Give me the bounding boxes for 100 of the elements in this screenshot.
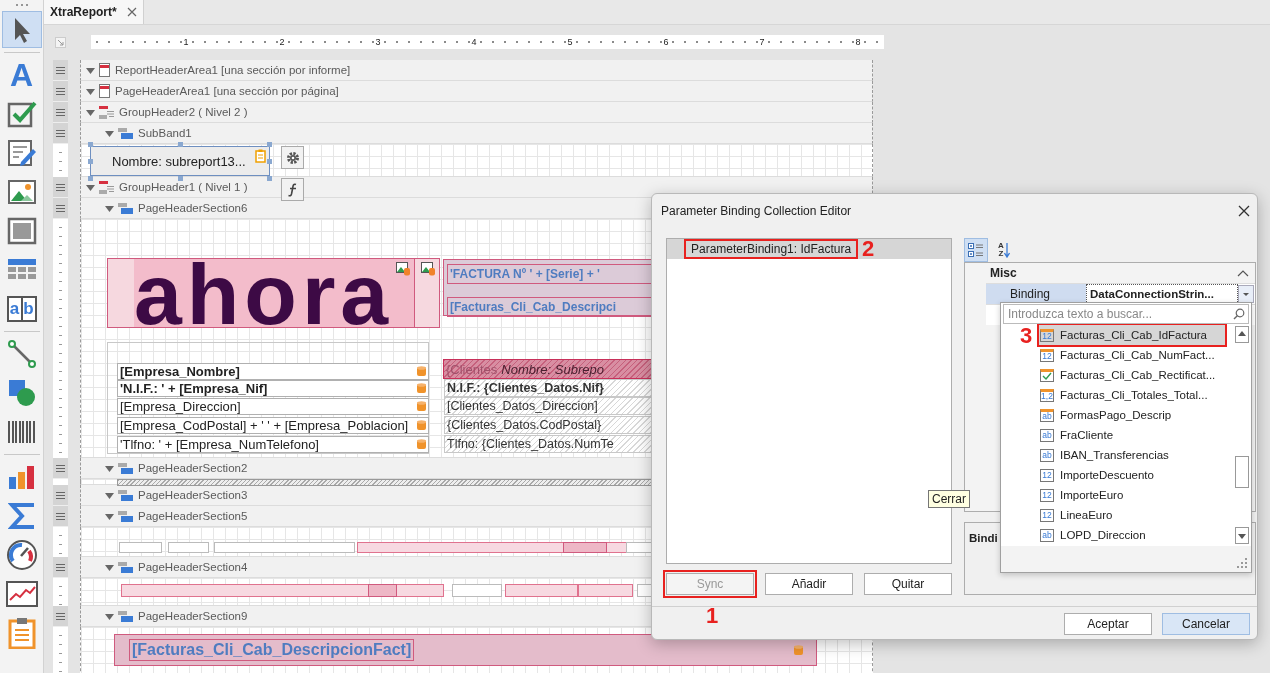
field-type-icon: 12	[1040, 468, 1054, 482]
table-cell[interactable]	[168, 542, 209, 553]
list-item[interactable]: ParameterBinding1: IdFactura 2	[667, 239, 951, 259]
expression-field[interactable]: 'Tlfno: ' + [Empresa_NumTelefono]	[117, 436, 429, 453]
ruler: 1 2 3 4 5 6 7 8	[91, 35, 884, 49]
dialog-button[interactable]: Quitar	[864, 573, 952, 595]
picture-box[interactable]: ahora	[107, 258, 440, 328]
band-handle[interactable]	[53, 123, 68, 144]
dialog-button[interactable]: Cancelar	[1162, 613, 1250, 635]
expression-field[interactable]: [Empresa_Nombre]	[117, 363, 429, 380]
band-handle[interactable]	[53, 81, 68, 102]
chevron-icon[interactable]	[1237, 269, 1249, 277]
table-cell[interactable]	[214, 542, 355, 553]
band-handle[interactable]	[53, 557, 68, 578]
field-item[interactable]: ab FraCliente	[1039, 425, 1225, 445]
field-item[interactable]: 12 Facturas_Cli_Cab_IdFactura	[1039, 325, 1225, 345]
band-handle[interactable]	[53, 177, 68, 198]
expression-field[interactable]: N.I.F.: {Clientes_Datos.Nif}	[444, 379, 651, 397]
expand-icon[interactable]	[105, 490, 114, 500]
band-header[interactable]: PageHeaderArea1 [una sección por página]	[80, 81, 873, 102]
field-item[interactable]: 12 ImporteDescuento	[1039, 465, 1225, 485]
table-cell[interactable]	[452, 584, 502, 597]
table-cell[interactable]	[578, 584, 633, 597]
function-button[interactable]	[281, 178, 304, 201]
expand-icon[interactable]	[105, 511, 114, 521]
settings-button[interactable]	[281, 146, 304, 169]
field-item[interactable]: 1,2 Facturas_Cli_Totales_Total...	[1039, 385, 1225, 405]
band-handle[interactable]	[53, 60, 68, 81]
resize-handle[interactable]	[88, 159, 93, 164]
scroll-down-icon[interactable]	[1235, 527, 1249, 544]
band-header[interactable]: GroupHeader2 ( Nivel 2 )	[80, 102, 873, 123]
expand-icon[interactable]	[86, 107, 95, 117]
expand-icon[interactable]	[105, 562, 114, 572]
expand-icon[interactable]	[105, 128, 114, 138]
property-row[interactable]: Binding DataConnectionStrin...	[986, 283, 1255, 304]
view-mode-button[interactable]	[964, 238, 988, 262]
scrollbar[interactable]	[1233, 324, 1251, 546]
expand-icon[interactable]	[105, 611, 114, 621]
band-handle[interactable]	[53, 506, 68, 527]
resize-handle[interactable]	[267, 159, 272, 164]
search-field[interactable]: Introduzca texto a buscar...	[1003, 304, 1249, 324]
expression-field[interactable]: Tlfno: {Clientes_Datos.NumTe	[444, 435, 651, 453]
view-mode-button[interactable]: A Z	[992, 238, 1016, 262]
tool-button[interactable]: A	[1, 56, 42, 93]
dialog-button[interactable]: Añadir	[765, 573, 853, 595]
table-cell[interactable]	[357, 542, 627, 553]
band-header[interactable]: ReportHeaderArea1 [una sección por informe]	[80, 60, 873, 81]
expand-icon[interactable]	[86, 182, 95, 192]
expression-field[interactable]: [Empresa_CodPostal] + ' ' + [Empresa_Poblacion]	[117, 417, 429, 434]
tool-button[interactable]	[1, 11, 42, 48]
resize-handle[interactable]	[267, 142, 272, 147]
expression-field[interactable]: [Clientes_Datos_Direccion]	[444, 397, 651, 415]
close-icon[interactable]	[1238, 205, 1250, 217]
table-cell[interactable]	[119, 542, 162, 553]
expression-field[interactable]: 'N.I.F.: ' + [Empresa_Nif]	[117, 380, 429, 397]
resize-handle[interactable]	[267, 176, 272, 181]
callout-number: 3	[1020, 325, 1033, 347]
band-ruler	[53, 144, 68, 177]
expand-icon[interactable]	[86, 65, 95, 75]
field-item[interactable]: 12 LineaEuro	[1039, 505, 1225, 525]
expand-icon[interactable]	[105, 203, 114, 213]
table-cell[interactable]	[505, 584, 578, 597]
field-item[interactable]: 12 Facturas_Cli_Cab_NumFact...	[1039, 345, 1225, 365]
company-panel[interactable]: [Empresa_Nombre] 'N.I.F.: ' + [Empresa_Nif] [Empresa_Direccion] [Empresa_CodPostal] + ' ' + [Empresa_Poblacion] 'Tlfno: ' + [Empresa_NumTelefono]	[107, 342, 429, 454]
table-cell[interactable]	[121, 584, 444, 597]
field-item[interactable]: ab LOPD_Direccion	[1039, 525, 1225, 545]
expand-icon[interactable]	[105, 463, 114, 473]
resize-handle[interactable]	[88, 176, 93, 181]
band-handle[interactable]	[53, 102, 68, 123]
field-type-icon: 12	[1040, 328, 1054, 342]
band-handle[interactable]	[53, 198, 68, 219]
band-handle[interactable]	[53, 458, 68, 479]
field-item[interactable]: ab IBAN_Transferencias	[1039, 445, 1225, 465]
subreport-header[interactable]: {Clientes Nombre: Subrepo	[443, 359, 651, 379]
field-item[interactable]: 12 ImporteEuro	[1039, 485, 1225, 505]
band-icon	[118, 610, 133, 622]
band-handle[interactable]	[53, 606, 68, 627]
tooltip: Cerrar	[928, 490, 970, 508]
field-type-icon: ab	[1040, 408, 1054, 422]
expression-field[interactable]: [Empresa_Direccion]	[117, 398, 429, 415]
resize-handle[interactable]	[178, 176, 183, 181]
expand-icon[interactable]	[86, 86, 95, 96]
field-type-icon	[1040, 368, 1054, 382]
document-tab[interactable]: XtraReport*	[44, 0, 144, 24]
close-icon[interactable]	[127, 7, 137, 17]
scroll-up-icon[interactable]	[1235, 326, 1249, 343]
expression-field[interactable]: {Clientes_Datos.CodPostal}	[444, 416, 651, 434]
band-handle[interactable]	[53, 485, 68, 506]
resize-handle[interactable]	[178, 142, 183, 147]
resize-handle[interactable]	[88, 142, 93, 147]
scroll-thumb[interactable]	[1235, 456, 1249, 488]
dialog-button[interactable]: Aceptar	[1064, 613, 1152, 635]
field-item[interactable]: ab FormasPago_Descrip	[1039, 405, 1225, 425]
resize-grip-icon[interactable]	[1237, 558, 1247, 568]
dropdown-icon[interactable]	[1238, 285, 1254, 303]
band-icon	[99, 180, 114, 194]
field-type-icon: ab	[1040, 448, 1054, 462]
subreport-control[interactable]: Nombre: subreport13...	[90, 146, 270, 176]
field-item[interactable]: Facturas_Cli_Cab_Rectificat...	[1039, 365, 1225, 385]
band-header[interactable]: SubBand1	[80, 123, 873, 144]
